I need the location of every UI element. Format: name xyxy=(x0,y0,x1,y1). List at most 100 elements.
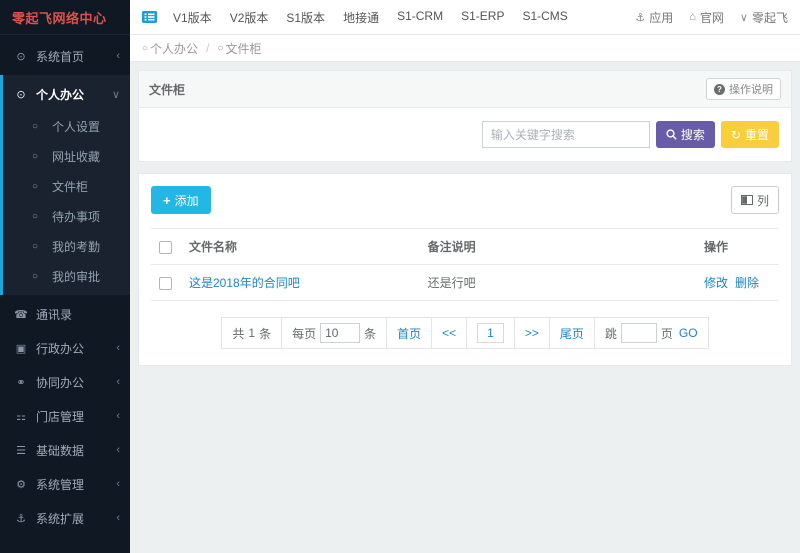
sidebar-subitem-todo-items[interactable]: ○ 待办事项 xyxy=(3,201,130,231)
sidebar-subitem-file-cabinet[interactable]: ○ 文件柜 xyxy=(3,171,130,201)
app-logo: 零起飞网络中心 xyxy=(0,0,130,35)
sidebar-item-personal-office[interactable]: ⊙ 个人办公 ∨ xyxy=(3,77,130,111)
refresh-icon: ↻ xyxy=(731,128,741,142)
tab-dijietong[interactable]: 地接通 xyxy=(343,9,379,26)
circle-icon: ○ xyxy=(32,241,44,252)
file-name-link[interactable]: 这是2018年的合同吧 xyxy=(189,276,300,290)
row-checkbox[interactable] xyxy=(159,277,172,290)
sidebar-item-base-data[interactable]: ☰ 基础数据 ‹ xyxy=(0,433,130,467)
help-button[interactable]: ? 操作说明 xyxy=(706,78,781,100)
columns-button[interactable]: 列 xyxy=(731,186,779,214)
circle-icon: ○ xyxy=(32,121,44,132)
tab-s1-cms[interactable]: S1-CMS xyxy=(522,9,567,26)
select-all-checkbox[interactable] xyxy=(159,241,172,254)
list-panel: + 添加 列 文件名称 备注说明 操作 xyxy=(138,173,792,366)
database-icon: ☰ xyxy=(13,444,29,457)
apps-link[interactable]: ⚓ 应用 xyxy=(635,9,673,26)
toolbar: + 添加 列 xyxy=(151,186,779,214)
sidebar-item-system-ext[interactable]: ⚓ 系统扩展 ‹ xyxy=(0,501,130,535)
file-table: 文件名称 备注说明 操作 这是2018年的合同吧 还是行吧 修改 删除 xyxy=(151,228,779,301)
tab-v2[interactable]: V2版本 xyxy=(230,9,269,26)
prev-page-link[interactable]: << xyxy=(432,318,467,348)
add-button[interactable]: + 添加 xyxy=(151,186,211,214)
users-icon: ⚭ xyxy=(13,376,29,389)
plus-icon: + xyxy=(163,193,171,208)
sidebar-subitem-url-favorites[interactable]: ○ 网址收藏 xyxy=(3,141,130,171)
search-input[interactable] xyxy=(482,121,650,148)
columns-icon xyxy=(741,194,753,206)
circle-icon: ○ xyxy=(32,271,44,282)
file-cabinet-panel: 文件柜 ? 操作说明 搜索 ↻ 重置 xyxy=(138,70,792,162)
sidebar: 零起飞网络中心 ⊙ 系统首页 ‹ ⊙ 个人办公 ∨ ○ 个人设置 ○ 网址收藏 … xyxy=(0,0,130,553)
current-page[interactable]: 1 xyxy=(477,323,504,343)
chevron-left-icon: ‹ xyxy=(116,376,120,388)
delete-link[interactable]: 删除 xyxy=(735,274,759,291)
app-icon: ⚓ xyxy=(635,11,645,24)
pagination: 共1条 每页 条 首页 << 1 >> 尾页 跳 xyxy=(221,317,708,349)
breadcrumb-file-cabinet[interactable]: ○ 文件柜 xyxy=(217,40,261,57)
search-button[interactable]: 搜索 xyxy=(656,121,715,148)
circle-icon: ○ xyxy=(32,181,44,192)
user-menu[interactable]: ∨ 零起飞 xyxy=(740,9,788,26)
column-header-file-name: 文件名称 xyxy=(181,229,420,265)
pagination-wrap: 共1条 每页 条 首页 << 1 >> 尾页 跳 xyxy=(151,317,779,349)
sidebar-item-collab-office[interactable]: ⚭ 协同办公 ‹ xyxy=(0,365,130,399)
search-icon xyxy=(666,129,677,140)
home-icon: ⌂ xyxy=(689,11,696,23)
main-area: V1版本 V2版本 S1版本 地接通 S1-CRM S1-ERP S1-CMS … xyxy=(130,0,800,553)
chevron-left-icon: ‹ xyxy=(116,342,120,354)
sidebar-item-system-mgmt[interactable]: ⚙ 系统管理 ‹ xyxy=(0,467,130,501)
topbar-right: ⚓ 应用 ⌂ 官网 ∨ 零起飞 xyxy=(635,9,788,26)
tab-s1-crm[interactable]: S1-CRM xyxy=(397,9,443,26)
chevron-left-icon: ‹ xyxy=(116,478,120,490)
phone-icon: ☎ xyxy=(13,308,29,321)
chevron-left-icon: ‹ xyxy=(116,444,120,456)
tab-v1[interactable]: V1版本 xyxy=(173,9,212,26)
sidebar-subitem-personal-settings[interactable]: ○ 个人设置 xyxy=(3,111,130,141)
per-page-input[interactable] xyxy=(320,323,360,343)
sidebar-item-store-mgmt[interactable]: ⚏ 门店管理 ‹ xyxy=(0,399,130,433)
topbar: V1版本 V2版本 S1版本 地接通 S1-CRM S1-ERP S1-CMS … xyxy=(130,0,800,35)
tab-s1[interactable]: S1版本 xyxy=(286,9,325,26)
search-bar: 搜索 ↻ 重置 xyxy=(139,108,791,161)
content: 文件柜 ? 操作说明 搜索 ↻ 重置 xyxy=(130,62,800,553)
sidebar-active-group: ⊙ 个人办公 ∨ ○ 个人设置 ○ 网址收藏 ○ 文件柜 ○ 待办事项 ○ xyxy=(0,75,130,295)
official-site-link[interactable]: ⌂ 官网 xyxy=(689,9,724,26)
total-count-cell: 共1条 xyxy=(222,318,282,348)
reset-button[interactable]: ↻ 重置 xyxy=(721,121,779,148)
panel-header: 文件柜 ? 操作说明 xyxy=(139,71,791,108)
next-page-link[interactable]: >> xyxy=(515,318,550,348)
menu-toggle-icon[interactable] xyxy=(142,11,157,23)
go-button[interactable]: GO xyxy=(679,326,698,340)
chevron-down-icon: ∨ xyxy=(112,88,120,101)
breadcrumb: ○ 个人办公 / ○ 文件柜 xyxy=(130,35,800,62)
dot-circle-icon: ⊙ xyxy=(13,88,29,101)
top-nav: V1版本 V2版本 S1版本 地接通 S1-CRM S1-ERP S1-CMS xyxy=(173,9,568,26)
sidebar-item-admin-office[interactable]: ▣ 行政办公 ‹ xyxy=(0,331,130,365)
table-row: 这是2018年的合同吧 还是行吧 修改 删除 xyxy=(151,265,779,301)
chevron-down-icon: ∨ xyxy=(740,11,748,24)
total-count: 1 xyxy=(248,326,255,340)
chevron-left-icon: ‹ xyxy=(116,50,120,62)
breadcrumb-personal-office[interactable]: ○ 个人办公 xyxy=(142,40,198,57)
sidebar-subitem-my-approval[interactable]: ○ 我的审批 xyxy=(3,261,130,291)
sidebar-item-contacts[interactable]: ☎ 通讯录 xyxy=(0,297,130,331)
first-page-link[interactable]: 首页 xyxy=(387,318,432,348)
chevron-left-icon: ‹ xyxy=(116,512,120,524)
wrench-icon: ⚙ xyxy=(13,478,29,491)
breadcrumb-separator: / xyxy=(206,41,209,55)
column-header-note: 备注说明 xyxy=(420,229,696,265)
per-page-cell: 每页 条 xyxy=(282,318,387,348)
page-title: 文件柜 xyxy=(149,81,185,98)
circle-icon: ○ xyxy=(32,211,44,222)
circle-icon: ○ xyxy=(217,43,223,54)
edit-link[interactable]: 修改 xyxy=(704,274,728,291)
row-actions: 修改 删除 xyxy=(704,274,771,291)
tab-s1-erp[interactable]: S1-ERP xyxy=(461,9,504,26)
last-page-link[interactable]: 尾页 xyxy=(550,318,595,348)
jump-page-input[interactable] xyxy=(621,323,657,343)
briefcase-icon: ▣ xyxy=(13,342,29,355)
note-text: 还是行吧 xyxy=(428,276,476,290)
sidebar-item-system-home[interactable]: ⊙ 系统首页 ‹ xyxy=(0,39,130,73)
sidebar-subitem-my-attendance[interactable]: ○ 我的考勤 xyxy=(3,231,130,261)
